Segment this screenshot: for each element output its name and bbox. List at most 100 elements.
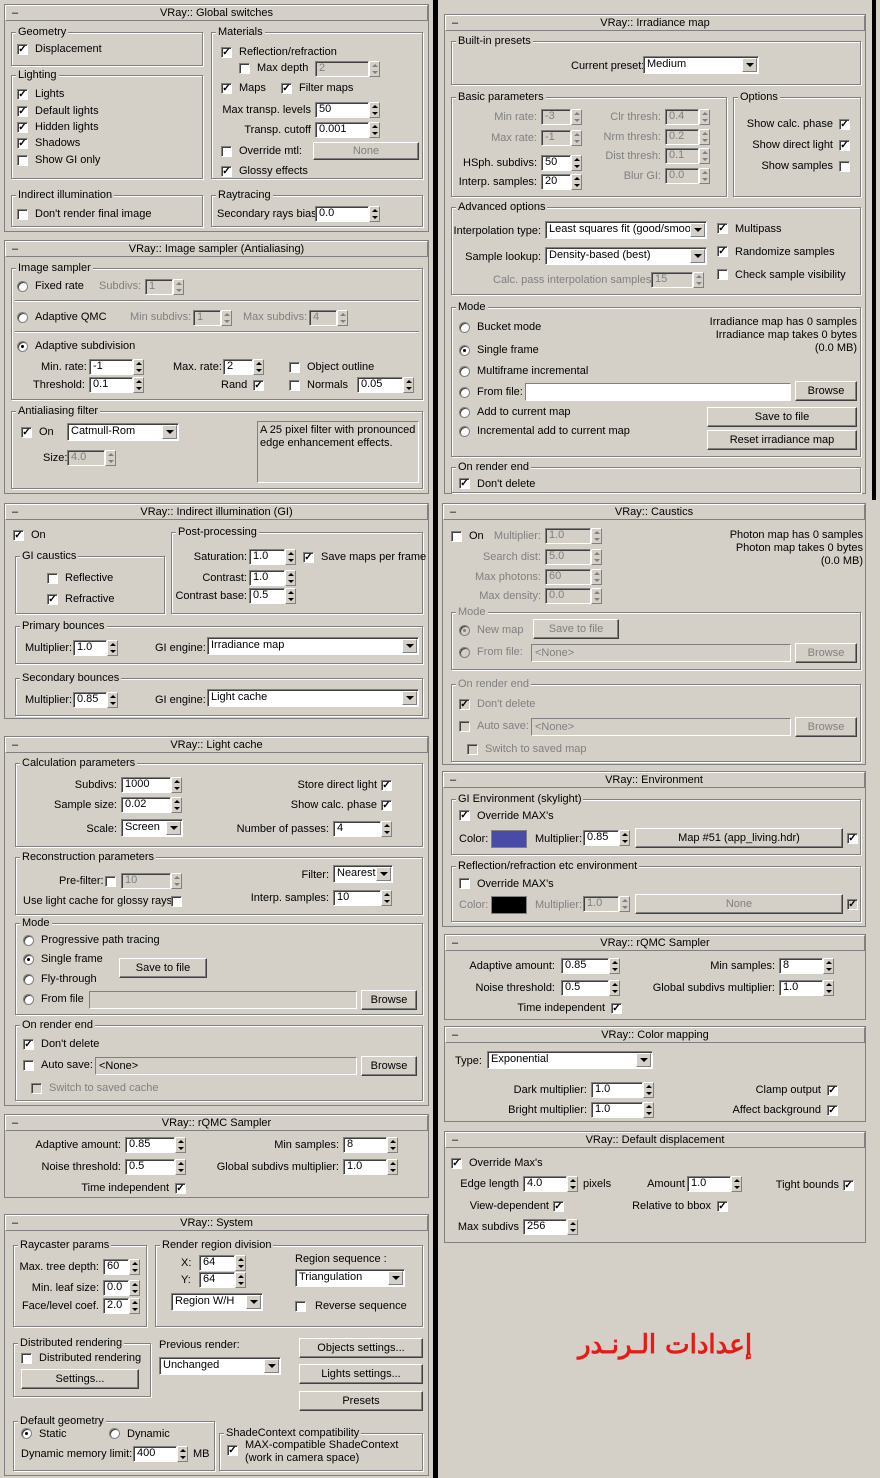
irr-dont-delete-checkbox[interactable]: ✓	[459, 478, 470, 489]
rqmc-left-header[interactable]: – VRay:: rQMC Sampler	[5, 1115, 428, 1131]
mem-limit-spinner[interactable]	[177, 1446, 188, 1462]
caustics-header[interactable]: – VRay:: Caustics	[443, 504, 865, 520]
lc-auto-save-checkbox[interactable]	[23, 1060, 34, 1071]
dont-render-final-checkbox[interactable]	[17, 209, 28, 220]
affect-background-checkbox[interactable]: ✓	[827, 1105, 838, 1116]
lc-auto-save-field[interactable]: <None>	[95, 1057, 357, 1075]
interp-type-dropdown[interactable]: Least squares fit (good/smooth	[545, 221, 707, 239]
disp-max-subdivs-spinner[interactable]	[567, 1219, 578, 1235]
glossy-effects-checkbox[interactable]: ✓	[221, 166, 232, 177]
lc-auto-browse-button[interactable]: Browse	[361, 1056, 417, 1076]
gi-env-multiplier-input[interactable]: 0.85	[583, 830, 619, 846]
contrast-base-spinner[interactable]	[285, 588, 296, 604]
rqmc-r-adaptive-input[interactable]: 0.85	[561, 958, 609, 974]
irr-single-frame-radio[interactable]	[459, 345, 470, 356]
threshold-spinner[interactable]	[133, 377, 144, 393]
threshold-input[interactable]: 0.1	[89, 377, 133, 393]
view-dependent-checkbox[interactable]: ✓	[553, 1201, 564, 1212]
saturation-input[interactable]: 1.0	[249, 549, 285, 565]
caustics-multiplier-input[interactable]: 1.0	[545, 528, 591, 544]
rqmc-r-noise-spinner[interactable]	[609, 980, 620, 996]
rqmc-r-min-samples-spinner[interactable]	[823, 958, 834, 974]
default-lights-checkbox[interactable]: ✓	[17, 106, 28, 117]
gi-env-multiplier-spinner[interactable]	[619, 830, 630, 846]
clr-thresh-spinner[interactable]	[699, 109, 710, 125]
multipass-checkbox[interactable]: ✓	[717, 223, 728, 234]
fixed-subdivs-input[interactable]: 1	[145, 279, 173, 295]
object-outline-checkbox[interactable]	[289, 362, 300, 373]
prefilter-spinner[interactable]	[171, 873, 182, 889]
max-photons-input[interactable]: 60	[545, 569, 591, 585]
lc-show-calc-checkbox[interactable]: ✓	[381, 800, 392, 811]
reverse-sequence-checkbox[interactable]	[295, 1301, 306, 1312]
caustics-save-button[interactable]: Save to file	[533, 619, 619, 639]
irradiance-header[interactable]: – VRay:: Irradiance map	[445, 15, 865, 31]
lc-filter-dropdown[interactable]: Nearest	[333, 865, 393, 883]
max-compatible-checkbox[interactable]: ✓	[227, 1445, 238, 1456]
clr-thresh-input[interactable]: 0.4	[665, 109, 699, 125]
rqmc-l-global-input[interactable]: 1.0	[343, 1159, 387, 1175]
secondary-engine-dropdown[interactable]: Light cache	[207, 689, 419, 707]
lights-settings-button[interactable]: Lights settings...	[299, 1364, 423, 1384]
region-y-input[interactable]: 64	[199, 1272, 235, 1288]
global-switches-header[interactable]: – VRay:: Global switches	[5, 5, 428, 21]
gi-header[interactable]: – VRay:: Indirect illumination (GI)	[5, 504, 428, 520]
override-mtl-button[interactable]: None	[313, 142, 419, 160]
tight-bounds-checkbox[interactable]: ✓	[843, 1180, 854, 1191]
scale-dropdown[interactable]: Screen	[121, 819, 183, 837]
lights-checkbox[interactable]: ✓	[17, 89, 28, 100]
transp-cutoff-input[interactable]: 0.001	[315, 122, 369, 138]
lc-subdivs-input[interactable]: 1000	[121, 777, 171, 793]
system-header[interactable]: – VRay:: System	[5, 1215, 428, 1231]
refractive-checkbox[interactable]: ✓	[47, 594, 58, 605]
max-tree-input[interactable]: 60	[103, 1259, 129, 1275]
dist-thresh-input[interactable]: 0.1	[665, 148, 699, 164]
mapping-type-dropdown[interactable]: Exponential	[487, 1051, 653, 1069]
gi-on-checkbox[interactable]: ✓	[13, 530, 24, 541]
rqmc-l-noise-spinner[interactable]	[175, 1159, 186, 1175]
prefilter-checkbox[interactable]	[105, 876, 116, 887]
min-leaf-spinner[interactable]	[129, 1280, 140, 1296]
normals-spinner[interactable]	[403, 377, 414, 393]
rqmc-right-header[interactable]: – VRay:: rQMC Sampler	[445, 935, 865, 951]
distributed-checkbox[interactable]	[21, 1353, 32, 1364]
rqmc-r-noise-input[interactable]: 0.5	[561, 980, 609, 996]
primary-engine-dropdown[interactable]: Irradiance map	[207, 637, 419, 655]
dark-multiplier-input[interactable]: 1.0	[591, 1082, 643, 1098]
sample-size-input[interactable]: 0.02	[121, 797, 171, 813]
amount-input[interactable]: 1.0	[687, 1176, 731, 1192]
lc-interp-spinner[interactable]	[381, 890, 392, 906]
rqmc-l-noise-input[interactable]: 0.5	[125, 1159, 175, 1175]
edge-length-spinner[interactable]	[567, 1176, 578, 1192]
min-subdivs-spinner[interactable]	[221, 310, 232, 326]
lc-subdivs-spinner[interactable]	[171, 777, 182, 793]
switch-map-checkbox[interactable]	[467, 744, 478, 755]
lc-file-field[interactable]	[89, 991, 357, 1009]
refl-env-multiplier-spinner[interactable]	[619, 896, 630, 912]
contrast-input[interactable]: 1.0	[249, 570, 285, 586]
switch-cache-checkbox[interactable]	[31, 1083, 42, 1094]
dist-thresh-spinner[interactable]	[699, 148, 710, 164]
sample-lookup-dropdown[interactable]: Density-based (best)	[545, 247, 707, 265]
face-level-spinner[interactable]	[129, 1298, 140, 1314]
contrast-base-input[interactable]: 0.5	[249, 588, 285, 604]
save-maps-checkbox[interactable]: ✓	[303, 552, 314, 563]
randomize-checkbox[interactable]: ✓	[717, 246, 728, 257]
gi-map-checkbox[interactable]: ✓	[847, 833, 858, 844]
maps-checkbox[interactable]: ✓	[221, 83, 232, 94]
region-x-input[interactable]: 64	[199, 1255, 235, 1271]
store-direct-checkbox[interactable]: ✓	[381, 780, 392, 791]
rand-checkbox[interactable]: ✓	[253, 380, 264, 391]
primary-multiplier-input[interactable]: 1.0	[73, 640, 107, 656]
objects-settings-button[interactable]: Objects settings...	[299, 1338, 423, 1358]
gi-color-swatch[interactable]	[491, 830, 527, 848]
caustics-auto-browse-button[interactable]: Browse	[795, 717, 857, 737]
refl-override-checkbox[interactable]	[459, 878, 470, 889]
lc-single-frame-radio[interactable]	[23, 954, 34, 965]
passes-input[interactable]: 4	[333, 821, 381, 837]
aa-on-checkbox[interactable]: ✓	[21, 427, 32, 438]
hsph-subdivs-spinner[interactable]	[571, 155, 582, 171]
min-leaf-input[interactable]: 0.0	[103, 1280, 129, 1296]
hidden-lights-checkbox[interactable]: ✓	[17, 122, 28, 133]
secondary-bias-spinner[interactable]	[369, 206, 380, 222]
